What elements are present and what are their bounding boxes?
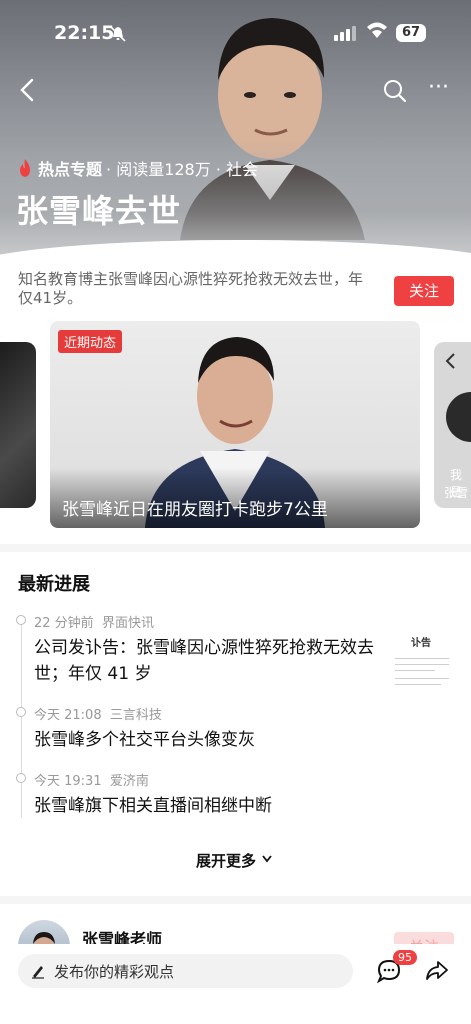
timeline-time: 今天 19:31 [34, 774, 102, 789]
timeline-meta: 今天 21:08 三言科技 [34, 704, 162, 723]
section-divider [0, 896, 471, 904]
carousel-card-prev[interactable] [0, 342, 36, 508]
timeline-item-title[interactable]: 张雪峰旗下相关直播间相继中断 [34, 793, 272, 819]
status-time: 22:15 [54, 22, 115, 44]
share-icon[interactable] [425, 958, 449, 982]
topic-description: 知名教育博主张雪峰因心源性猝死抢救无效去世，年仅41岁。 [18, 270, 364, 307]
flame-icon [20, 159, 30, 177]
wifi-icon [366, 20, 388, 44]
timeline-item-title[interactable]: 公司发讣告：张雪峰因心源性猝死抢救无效去世；年仅 41 岁 [34, 635, 379, 687]
more-options-icon[interactable]: ··· [428, 77, 458, 104]
obituary-thumbnail[interactable]: 讣告 [385, 620, 457, 706]
timeline-source: 界面快讯 [101, 616, 154, 631]
timeline-item-title[interactable]: 张雪峰多个社交平台头像变灰 [34, 727, 255, 753]
timeline-source: 爱济南 [109, 774, 149, 789]
comment-count-badge: 95 [393, 950, 417, 965]
battery-indicator: 67 [396, 24, 426, 42]
topic-header: 22:15 67 ··· 热点专题 · 阅读量128万 · 社会 张雪峰去世 [0, 0, 471, 260]
bottom-bar: 发布你的精彩观点 95 [0, 944, 471, 1024]
comment-input[interactable]: 发布你的精彩观点 [18, 954, 353, 988]
silent-bell-icon [110, 26, 126, 46]
expand-more-button[interactable]: 展开更多 [196, 850, 256, 871]
next-card-text-2: 张雪 [444, 486, 469, 500]
page-title: 张雪峰去世 [16, 192, 182, 230]
chevron-left-icon[interactable] [442, 350, 460, 372]
timeline-time: 22 分钟前 [34, 616, 94, 631]
chevron-down-icon[interactable] [262, 855, 272, 863]
card-caption-text: 张雪峰近日在朋友圈打卡跑步7公里 [62, 500, 328, 520]
card-caption: 张雪峰近日在朋友圈打卡跑步7公里 [50, 468, 420, 528]
timeline-line [21, 622, 22, 818]
topic-stats: · 阅读量128万 · 社会 [106, 160, 258, 179]
thumbnail-title: 讣告 [411, 638, 431, 649]
comment-placeholder: 发布你的精彩观点 [54, 963, 175, 981]
timeline-meta: 今天 19:31 爱济南 [34, 770, 149, 789]
hot-topic-label: 热点专题 [38, 160, 103, 179]
next-card-photo [446, 392, 471, 442]
timeline-dot [16, 707, 26, 717]
recent-activity-badge: 近期动态 [58, 330, 123, 353]
topic-meta: 热点专题 · 阅读量128万 · 社会 [16, 156, 258, 180]
signal-icon [334, 26, 356, 41]
carousel-card-main[interactable]: 近期动态 张雪峰近日在朋友圈打卡跑步7公里 [50, 321, 420, 528]
timeline-dot [16, 773, 26, 783]
pen-icon [32, 966, 44, 979]
status-bar: 22:15 67 [0, 0, 471, 70]
timeline-dot [16, 615, 26, 625]
search-icon[interactable] [382, 78, 408, 104]
follow-button[interactable]: 关注 [394, 276, 454, 306]
latest-section-title: 最新进展 [18, 574, 90, 595]
timeline-time: 今天 21:08 [34, 708, 102, 723]
back-icon[interactable] [16, 76, 44, 104]
timeline-source: 三言科技 [109, 708, 162, 723]
section-divider [0, 544, 471, 552]
timeline-meta: 22 分钟前 界面快讯 [34, 612, 154, 631]
